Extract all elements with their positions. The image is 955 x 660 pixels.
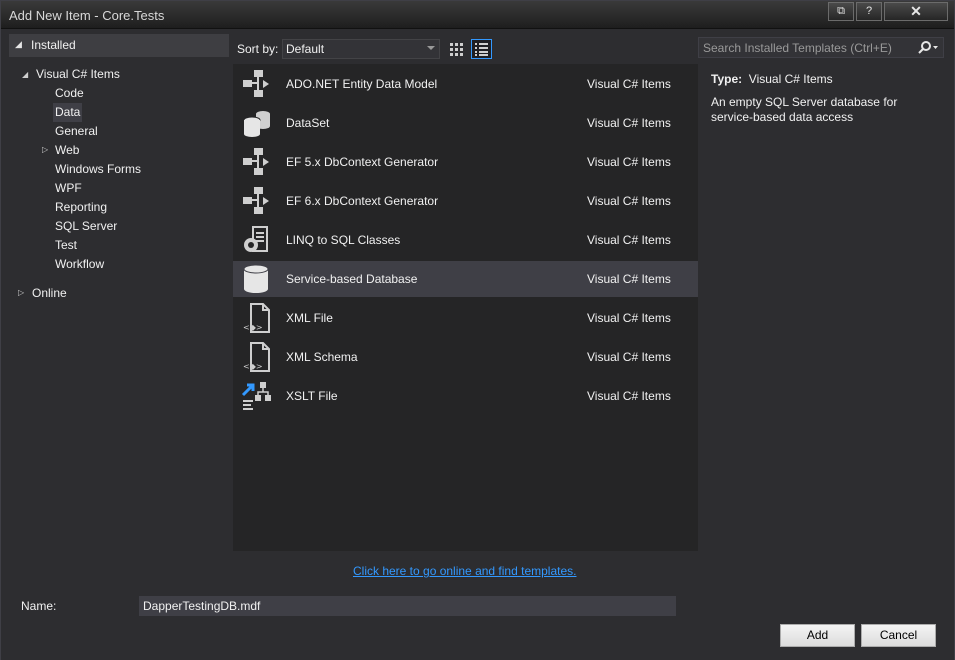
template-name: ADO.NET Entity Data Model — [286, 77, 438, 91]
tree-item-code[interactable]: Code — [53, 84, 86, 103]
details-pane: Type: Visual C# Items An empty SQL Serve… — [698, 64, 948, 551]
tree-item-visual-csharp[interactable]: Visual C# Items — [34, 65, 122, 84]
add-button[interactable]: Add — [780, 624, 855, 647]
chevron-down-icon — [427, 46, 435, 50]
template-name: EF 6.x DbContext Generator — [286, 194, 439, 208]
template-row[interactable]: XSLT File Visual C# Items — [233, 378, 698, 414]
template-category: Visual C# Items — [587, 155, 671, 169]
template-name: DataSet — [286, 116, 330, 130]
tree-item-workflow[interactable]: Workflow — [53, 255, 106, 274]
svg-text:<◆>: <◆> — [243, 323, 263, 332]
template-row[interactable]: DataSet Visual C# Items — [233, 105, 698, 141]
search-input[interactable]: Search Installed Templates (Ctrl+E) — [703, 41, 892, 55]
collapse-arrow-icon: ◢ — [15, 39, 22, 49]
template-list: ADO.NET Entity Data Model Visual C# Item… — [233, 64, 698, 551]
xslt-file-icon — [241, 382, 271, 410]
template-name: XSLT File — [286, 389, 338, 403]
tree-item-online[interactable]: Online — [30, 284, 69, 303]
template-row[interactable]: <◆> XML Schema Visual C# Items — [233, 339, 698, 375]
title-bar: Add New Item - Core.Tests ⧉ ? ✕ — [1, 1, 954, 29]
tree-item-test[interactable]: Test — [53, 236, 79, 255]
template-name: Service-based Database — [286, 272, 418, 286]
template-type: Type: Visual C# Items — [711, 72, 833, 86]
search-templates-box[interactable]: Search Installed Templates (Ctrl+E) — [698, 37, 944, 58]
template-row[interactable]: LINQ to SQL Classes Visual C# Items — [233, 222, 698, 258]
template-category: Visual C# Items — [587, 311, 671, 325]
template-category: Visual C# Items — [587, 272, 671, 286]
template-row[interactable]: EF 5.x DbContext Generator Visual C# Ite… — [233, 144, 698, 180]
installed-label: Installed — [31, 38, 76, 52]
template-category: Visual C# Items — [587, 233, 671, 247]
medium-icons-view-button[interactable] — [446, 39, 467, 59]
name-input[interactable] — [139, 596, 676, 616]
installed-header[interactable]: ◢ Installed — [9, 34, 229, 57]
sort-by-label: Sort by: — [237, 42, 279, 56]
template-name: EF 5.x DbContext Generator — [286, 155, 439, 169]
svg-text:<◆>: <◆> — [243, 362, 263, 371]
type-label: Type: — [711, 72, 743, 86]
entity-model-icon — [243, 70, 269, 97]
search-icon[interactable] — [917, 40, 939, 55]
xml-schema-icon: <◆> — [243, 342, 270, 372]
cancel-button[interactable]: Cancel — [861, 624, 936, 647]
list-view-icon — [475, 42, 488, 56]
linq-classes-icon — [244, 226, 268, 252]
tree-item-general[interactable]: General — [53, 122, 100, 141]
tree-item-data[interactable]: Data — [53, 103, 83, 122]
name-label: Name: — [21, 599, 57, 613]
tree-item-web[interactable]: Web — [53, 141, 81, 160]
template-name: XML Schema — [286, 350, 358, 364]
tree-item-wpf[interactable]: WPF — [53, 179, 84, 198]
expand-online-icon[interactable]: ▷ — [18, 288, 24, 297]
tree-item-windows-forms[interactable]: Windows Forms — [53, 160, 143, 179]
close-icon: ✕ — [910, 3, 922, 19]
template-category: Visual C# Items — [587, 77, 671, 91]
grid-view-icon — [450, 42, 463, 56]
expand-arrow-icon[interactable]: ◢ — [22, 70, 28, 79]
help-button[interactable]: ? — [856, 2, 882, 21]
template-row[interactable]: EF 6.x DbContext Generator Visual C# Ite… — [233, 183, 698, 219]
restore-button[interactable]: ⧉ — [828, 2, 854, 21]
ef-generator-icon — [243, 187, 269, 214]
template-category: Visual C# Items — [587, 350, 671, 364]
sort-by-select[interactable]: Default — [282, 39, 440, 59]
help-icon: ? — [865, 5, 873, 17]
template-name: LINQ to SQL Classes — [286, 233, 401, 247]
tree-item-sql-server[interactable]: SQL Server — [53, 217, 119, 236]
category-tree: ◢ Installed ◢ Visual C# Items Code Data … — [9, 34, 229, 579]
sort-by-value: Default — [286, 42, 325, 56]
close-button[interactable]: ✕ — [884, 2, 948, 21]
template-category: Visual C# Items — [587, 194, 671, 208]
database-icon — [243, 264, 269, 293]
tree-item-reporting[interactable]: Reporting — [53, 198, 109, 217]
window-title: Add New Item - Core.Tests — [9, 8, 165, 23]
type-value: Visual C# Items — [748, 72, 833, 86]
add-new-item-dialog: Add New Item - Core.Tests ⧉ ? ✕ ◢ Instal… — [0, 0, 955, 660]
template-description: An empty SQL Server database for service… — [711, 95, 898, 124]
template-row[interactable]: ADO.NET Entity Data Model Visual C# Item… — [233, 66, 698, 102]
xml-file-icon: <◆> — [243, 303, 270, 333]
ef-generator-icon — [243, 148, 269, 175]
template-row-selected[interactable]: Service-based Database Visual C# Items — [233, 261, 698, 297]
template-name: XML File — [286, 311, 333, 325]
small-icons-view-button[interactable] — [471, 39, 492, 59]
online-templates-link[interactable]: Click here to go online and find templat… — [353, 564, 576, 578]
template-category: Visual C# Items — [587, 116, 671, 130]
template-row[interactable]: <◆> XML File Visual C# Items — [233, 300, 698, 336]
dataset-icon — [243, 111, 270, 137]
expand-web-icon[interactable]: ▷ — [42, 145, 48, 154]
template-category: Visual C# Items — [587, 389, 671, 403]
restore-icon: ⧉ — [837, 5, 845, 17]
